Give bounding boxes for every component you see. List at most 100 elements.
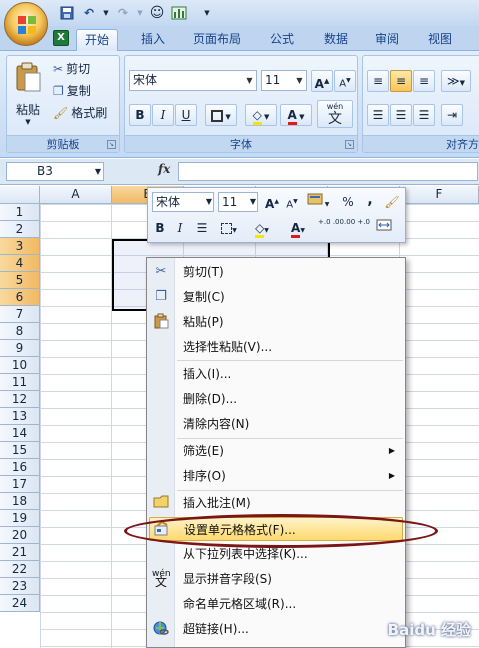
menu-item-clear-contents[interactable]: 清除内容(N) xyxy=(149,412,403,436)
font-color-button[interactable]: A ▼ xyxy=(280,104,312,126)
tab-insert[interactable]: 插入 xyxy=(133,29,173,51)
select-all-corner[interactable] xyxy=(0,186,40,204)
row-header-15[interactable]: 15 xyxy=(0,442,40,459)
align-top-button[interactable]: ≡ xyxy=(367,70,389,92)
mini-font-size-combo[interactable]: 11 ▼ xyxy=(218,192,258,212)
row-header-10[interactable]: 10 xyxy=(0,357,40,374)
row-header-18[interactable]: 18 xyxy=(0,493,40,510)
undo-icon[interactable]: ↶ xyxy=(80,4,98,22)
tab-data[interactable]: 数据 xyxy=(316,29,356,51)
row-header-23[interactable]: 23 xyxy=(0,578,40,595)
formula-input[interactable] xyxy=(178,162,478,181)
chart-icon[interactable] xyxy=(170,4,188,22)
align-left-button[interactable]: ☰ xyxy=(367,104,389,126)
align-right-button[interactable]: ☰ xyxy=(413,104,435,126)
mini-italic-button[interactable]: I xyxy=(170,218,190,238)
tab-view[interactable]: 视图 xyxy=(420,29,460,51)
save-icon[interactable] xyxy=(58,4,76,22)
menu-item-define-name[interactable]: 命名单元格区域(R)... xyxy=(149,592,403,616)
row-header-16[interactable]: 16 xyxy=(0,459,40,476)
underline-button[interactable]: U xyxy=(175,104,197,126)
menu-item-show-phonetic[interactable]: wén 文 显示拼音字段(S) xyxy=(149,567,403,591)
tab-page-layout[interactable]: 页面布局 xyxy=(185,29,249,51)
mini-percent-button[interactable]: % xyxy=(338,192,358,212)
mini-comma-button[interactable]: , xyxy=(360,190,380,210)
row-header-8[interactable]: 8 xyxy=(0,323,40,340)
italic-button[interactable]: I xyxy=(152,104,174,126)
mini-merge-center-icon[interactable] xyxy=(374,218,394,238)
clipboard-dialog-launcher-icon[interactable]: ↘ xyxy=(107,140,116,149)
fx-icon[interactable]: fx xyxy=(158,162,170,176)
name-box[interactable]: B3 ▼ xyxy=(6,162,104,181)
indent-button[interactable]: ⇥ xyxy=(441,104,463,126)
column-header-f[interactable]: F xyxy=(400,186,479,204)
row-header-11[interactable]: 11 xyxy=(0,374,40,391)
grow-font-button[interactable]: A▲ xyxy=(311,70,333,92)
menu-item-sort[interactable]: 排序(O) ▶ xyxy=(149,464,403,488)
mini-number-format-icon[interactable]: ▼ xyxy=(304,192,332,212)
redo-icon[interactable]: ↷ xyxy=(114,4,132,22)
row-header-21[interactable]: 21 xyxy=(0,544,40,561)
redo-dropdown-icon[interactable]: ▼ xyxy=(136,4,144,22)
menu-item-filter[interactable]: 筛选(E) ▶ xyxy=(149,439,403,463)
row-header-9[interactable]: 9 xyxy=(0,340,40,357)
menu-item-insert-comment[interactable]: 插入批注(M) xyxy=(149,491,403,515)
menu-item-insert[interactable]: 插入(I)... xyxy=(149,362,403,386)
menu-item-delete[interactable]: 删除(D)... xyxy=(149,387,403,411)
menu-item-format-cells[interactable]: 设置单元格格式(F)... xyxy=(149,517,403,541)
row-header-20[interactable]: 20 xyxy=(0,527,40,544)
menu-item-pick-from-list[interactable]: 从下拉列表中选择(K)... xyxy=(149,542,403,566)
menu-item-hyperlink[interactable]: 超链接(H)... xyxy=(149,617,403,641)
orientation-button[interactable]: ≫▼ xyxy=(441,70,471,92)
row-header-13[interactable]: 13 xyxy=(0,408,40,425)
format-painter-button[interactable]: 🖌 格式刷 xyxy=(53,103,107,123)
mini-border-icon[interactable]: ▼ xyxy=(216,218,242,238)
smiley-icon[interactable]: ☺ xyxy=(148,4,166,22)
mini-increase-decimal-icon[interactable]: +.0 .00 xyxy=(318,218,344,238)
font-name-combo[interactable]: 宋体 ▼ xyxy=(129,70,257,91)
font-dialog-launcher-icon[interactable]: ↘ xyxy=(345,140,354,149)
row-header-5[interactable]: 5 xyxy=(0,272,40,289)
menu-item-paste[interactable]: 粘贴(P) xyxy=(149,310,403,334)
row-header-3[interactable]: 3 xyxy=(0,238,40,255)
fill-color-button[interactable]: ◇ ▼ xyxy=(245,104,277,126)
border-button[interactable]: ▼ xyxy=(205,104,237,126)
row-header-22[interactable]: 22 xyxy=(0,561,40,578)
tab-formulas[interactable]: 公式 xyxy=(262,29,302,51)
paste-dropdown-icon[interactable]: ▼ xyxy=(11,118,45,126)
row-header-6[interactable]: 6 xyxy=(0,289,40,306)
row-header-1[interactable]: 1 xyxy=(0,204,40,221)
bold-button[interactable]: B xyxy=(129,104,151,126)
mini-shrink-font-icon[interactable]: A▼ xyxy=(282,192,302,212)
align-bottom-button[interactable]: ≡ xyxy=(413,70,435,92)
row-header-14[interactable]: 14 xyxy=(0,425,40,442)
row-header-4[interactable]: 4 xyxy=(0,255,40,272)
mini-center-icon[interactable]: ☰ xyxy=(192,218,212,238)
customize-qat-icon[interactable]: ▼ xyxy=(198,4,216,22)
row-header-19[interactable]: 19 xyxy=(0,510,40,527)
paste-button[interactable]: 粘贴 ▼ xyxy=(11,60,45,132)
cut-button[interactable]: ✂ 剪切 xyxy=(53,59,90,79)
mini-font-color-icon[interactable]: A▼ xyxy=(284,218,312,238)
row-header-24[interactable]: 24 xyxy=(0,595,40,612)
column-header-a[interactable]: A xyxy=(40,186,112,204)
row-header-12[interactable]: 12 xyxy=(0,391,40,408)
menu-item-copy[interactable]: ❐ 复制(C) xyxy=(149,285,403,309)
phonetic-button[interactable]: wén 文 xyxy=(317,100,353,128)
tab-review[interactable]: 审阅 xyxy=(367,29,407,51)
row-header-7[interactable]: 7 xyxy=(0,306,40,323)
shrink-font-button[interactable]: A▼ xyxy=(334,70,356,92)
mini-format-painter-icon[interactable]: 🖌 xyxy=(382,192,402,212)
menu-item-paste-special[interactable]: 选择性粘贴(V)... xyxy=(149,335,403,359)
mini-bold-button[interactable]: B xyxy=(150,218,170,238)
font-size-combo[interactable]: 11 ▼ xyxy=(261,70,307,91)
align-center-button[interactable]: ☰ xyxy=(390,104,412,126)
copy-button[interactable]: ❐ 复制 xyxy=(53,81,91,101)
mini-fill-color-icon[interactable]: ◇▼ xyxy=(248,218,276,238)
mini-grow-font-icon[interactable]: A▲ xyxy=(262,192,282,212)
office-button[interactable] xyxy=(4,2,48,46)
menu-item-cut[interactable]: ✂ 剪切(T) xyxy=(149,260,403,284)
mini-font-name-combo[interactable]: 宋体 ▼ xyxy=(152,192,214,212)
tab-home[interactable]: 开始 xyxy=(76,29,119,51)
align-middle-button[interactable]: ≡ xyxy=(390,70,412,92)
